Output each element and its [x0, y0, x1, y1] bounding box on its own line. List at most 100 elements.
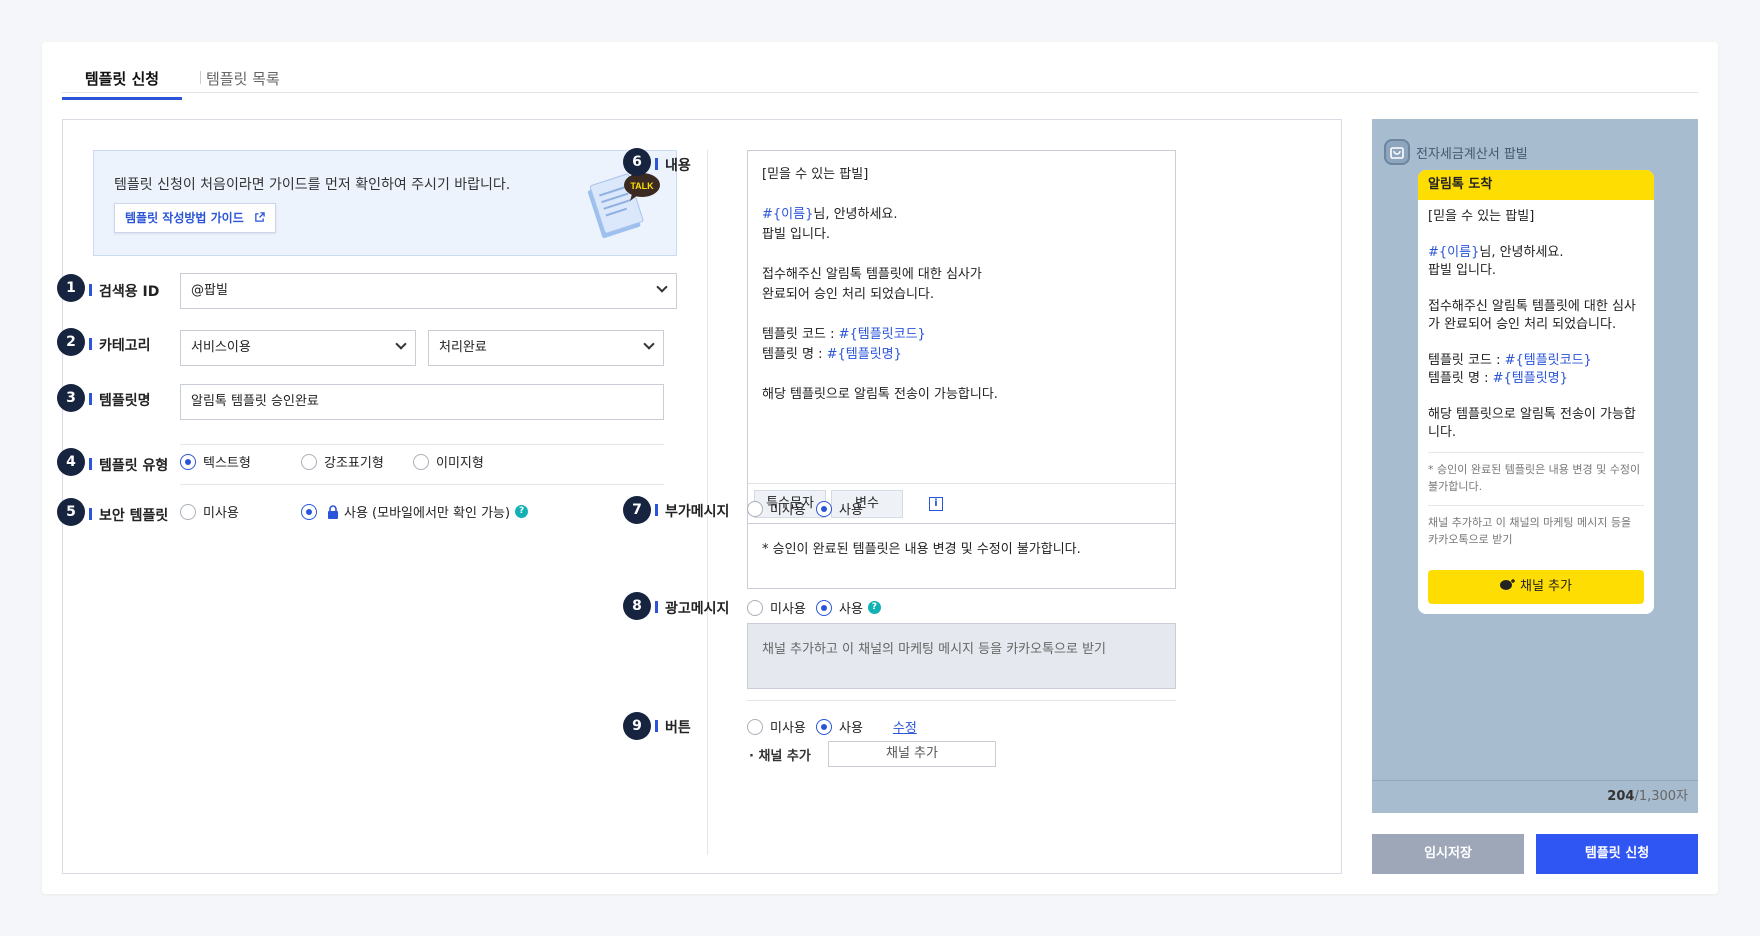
button-radio-used[interactable]: 사용 수정 [816, 717, 917, 736]
ad-msg-radio-used[interactable]: 사용 ? [816, 598, 881, 617]
radio-label: 사용 [839, 503, 863, 518]
template-name-input[interactable]: 알림톡 템플릿 승인완료 [180, 384, 664, 420]
tab-template-apply[interactable]: 템플릿 신청 [62, 68, 182, 100]
template-type-label: 템플릿 유형 [89, 455, 168, 475]
preview-button-label: 채널 추가 [1520, 579, 1572, 594]
category-select-2[interactable]: 처리완료 [428, 330, 664, 366]
step-number-6: 6 [623, 148, 651, 176]
radio-selected-icon [301, 503, 317, 520]
content-line: 님, 안녕하세요. [813, 207, 898, 222]
preview-line: 해당 템플릿으로 알림톡 전송이 가능합니다. [1428, 407, 1636, 440]
content-label: 내용 [655, 155, 691, 175]
extra-msg-radio-unused[interactable]: 미사용 [747, 499, 806, 518]
type-radio-image[interactable]: 이미지형 [413, 452, 484, 471]
search-id-select[interactable]: @팝빌 [180, 273, 677, 309]
extra-msg-radio-used[interactable]: 사용 [816, 499, 863, 518]
content-textarea[interactable]: [믿을 수 있는 팝빌] #{이름}님, 안녕하세요. 팝빌 입니다. 접수해주… [747, 150, 1176, 524]
info-icon[interactable]: i [929, 497, 943, 511]
radio-selected-icon [180, 453, 196, 470]
preview-header: 알림톡 도착 [1418, 170, 1654, 200]
step-number-1: 1 [57, 274, 85, 302]
external-link-icon [255, 212, 265, 222]
radio-label: 텍스트형 [203, 456, 251, 471]
secure-radio-used[interactable]: 사용 (모바일에서만 확인 가능) ? [301, 502, 529, 521]
guide-banner: 템플릿 신청이 처음이라면 가이드를 먼저 확인하여 주시기 바랍니다. 템플릿… [93, 150, 677, 256]
preview-line: 접수해주신 알림톡 템플릿에 대한 심사가 완료되어 승인 처리 되었습니다. [1428, 299, 1636, 332]
content-line: [믿을 수 있는 팝빌] [762, 167, 869, 182]
radio-label: 사용 [839, 721, 863, 736]
radio-label: 사용 (모바일에서만 확인 가능) [344, 506, 511, 521]
help-icon[interactable]: ? [515, 505, 529, 518]
preview-sender: 전자세금계산서 팝빌 [1384, 139, 1528, 165]
channel-add-input[interactable]: 채널 추가 [828, 741, 996, 767]
type-radio-text[interactable]: 텍스트형 [180, 452, 251, 471]
template-apply-button[interactable]: 템플릿 신청 [1536, 834, 1698, 874]
char-counter: 204/1,300자 [1372, 780, 1698, 813]
radio-label: 미사용 [770, 721, 806, 736]
content-line: 템플릿 코드 : [762, 327, 839, 342]
category-select-1[interactable]: 서비스이용 [180, 330, 416, 366]
type-radio-emphasis[interactable]: 강조표기형 [301, 452, 384, 471]
chevron-down-icon [656, 281, 668, 293]
radio-label: 강조표기형 [324, 456, 384, 471]
step-number-4: 4 [57, 448, 85, 476]
preview-bubble: 알림톡 도착 [믿을 수 있는 팝빌] #{이름}님, 안녕하세요. 팝빌 입니… [1418, 170, 1654, 614]
ad-msg-label: 광고메시지 [655, 598, 729, 618]
content-line: 템플릿 명 : [762, 347, 827, 362]
radio-selected-icon [816, 718, 832, 735]
search-id-value: @팝빌 [191, 283, 228, 298]
guide-document-illustration: TALK [587, 173, 660, 239]
guide-button[interactable]: 템플릿 작성방법 가이드 [114, 203, 276, 233]
radio-label: 이미지형 [436, 456, 484, 471]
lock-icon [328, 504, 338, 519]
step-number-9: 9 [623, 712, 651, 740]
radio-label: 미사용 [770, 503, 806, 518]
content-variable: #{템플릿코드} [838, 327, 926, 342]
content-line: 접수해주신 알림톡 템플릿에 대한 심사가 [762, 267, 982, 282]
radio-icon [180, 503, 196, 520]
preview-variable: #{템플릿코드} [1504, 353, 1592, 368]
preview-line: 님, 안녕하세요. [1479, 245, 1564, 260]
preview-line: 템플릿 코드 : [1428, 353, 1505, 368]
button-radio-unused[interactable]: 미사용 [747, 717, 806, 736]
guide-text: 템플릿 신청이 처음이라면 가이드를 먼저 확인하여 주시기 바랍니다. [114, 177, 511, 193]
tab-template-list[interactable]: 템플릿 목록 [206, 68, 280, 97]
preview-line: 팝빌 입니다. [1428, 263, 1497, 278]
preview-variable: #{이름} [1428, 245, 1480, 260]
radio-icon [747, 718, 763, 735]
preview-note-1: * 승인이 완료된 템플릿은 내용 변경 및 수정이 불가합니다. [1428, 463, 1641, 493]
radio-icon [747, 599, 763, 616]
tab-bar: 템플릿 신청 템플릿 목록 [62, 64, 1698, 100]
extra-msg-textarea[interactable]: * 승인이 완료된 템플릿은 내용 변경 및 수정이 불가합니다. [747, 523, 1176, 589]
secure-radio-unused[interactable]: 미사용 [180, 502, 239, 521]
secure-template-label: 보안 템플릿 [89, 505, 168, 525]
content-toolbar: 특수문자 변수 i [748, 483, 1175, 523]
radio-selected-icon [816, 500, 832, 517]
temp-save-button[interactable]: 임시저장 [1372, 834, 1524, 874]
preview-variable: #{템플릿명} [1492, 371, 1568, 386]
help-icon[interactable]: ? [867, 601, 881, 614]
content-variable: #{이름} [762, 207, 814, 222]
chevron-down-icon [643, 338, 655, 350]
channel-add-label: · 채널 추가 [749, 749, 811, 764]
step-number-2: 2 [57, 328, 85, 356]
guide-button-label: 템플릿 작성방법 가이드 [125, 211, 244, 225]
talk-badge: TALK [630, 181, 654, 191]
preview-channel-button: 채널 추가 [1428, 570, 1644, 604]
tab-divider [200, 71, 201, 84]
char-max: /1,300자 [1634, 789, 1688, 804]
extra-msg-label: 부가메시지 [655, 501, 729, 521]
radio-label: 사용 [839, 602, 863, 617]
ad-msg-radio-unused[interactable]: 미사용 [747, 598, 806, 617]
radio-label: 미사용 [770, 602, 806, 617]
radio-icon [413, 453, 429, 470]
chevron-down-icon [395, 338, 407, 350]
ad-msg-textarea[interactable]: 채널 추가하고 이 채널의 마케팅 메시지 등을 카카오톡으로 받기 [747, 623, 1176, 689]
button-label: 버튼 [655, 717, 691, 737]
step-number-5: 5 [57, 498, 85, 526]
step-number-8: 8 [623, 592, 651, 620]
edit-link[interactable]: 수정 [893, 717, 917, 736]
channel-add-label-text: 채널 추가 [758, 749, 811, 764]
divider [747, 700, 1176, 701]
category-label: 카테고리 [89, 335, 151, 355]
